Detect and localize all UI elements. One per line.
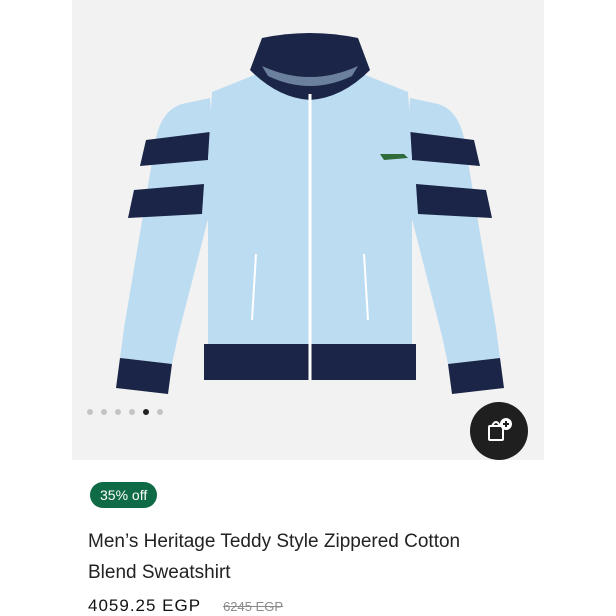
carousel-indicator[interactable] — [87, 406, 163, 418]
carousel-dot[interactable] — [157, 409, 163, 415]
carousel-dot-active[interactable] — [143, 409, 149, 415]
price-row: 4059.25 EGP 6245 EGP — [88, 596, 283, 616]
right-cuff — [448, 358, 504, 394]
product-image — [116, 33, 504, 394]
shopping-bag-plus-icon — [488, 418, 512, 441]
left-cuff — [116, 358, 172, 394]
product-title: Men’s Heritage Teddy Style Zippered Cott… — [88, 531, 461, 583]
carousel-dot[interactable] — [101, 409, 107, 415]
product-page: 35% off Men’s Heritage Teddy Style Zippe… — [72, 0, 544, 616]
carousel-dot[interactable] — [87, 409, 93, 415]
carousel-dot[interactable] — [115, 409, 121, 415]
carousel-dot[interactable] — [129, 409, 135, 415]
original-price: 6245 EGP — [223, 599, 284, 614]
left-stripe-2 — [128, 184, 204, 218]
product-image-gallery[interactable] — [72, 0, 544, 460]
sale-price: 4059.25 EGP — [88, 596, 202, 615]
discount-badge: 35% off — [90, 482, 158, 508]
right-stripe-2 — [416, 184, 492, 218]
add-to-bag-button[interactable] — [470, 402, 528, 460]
